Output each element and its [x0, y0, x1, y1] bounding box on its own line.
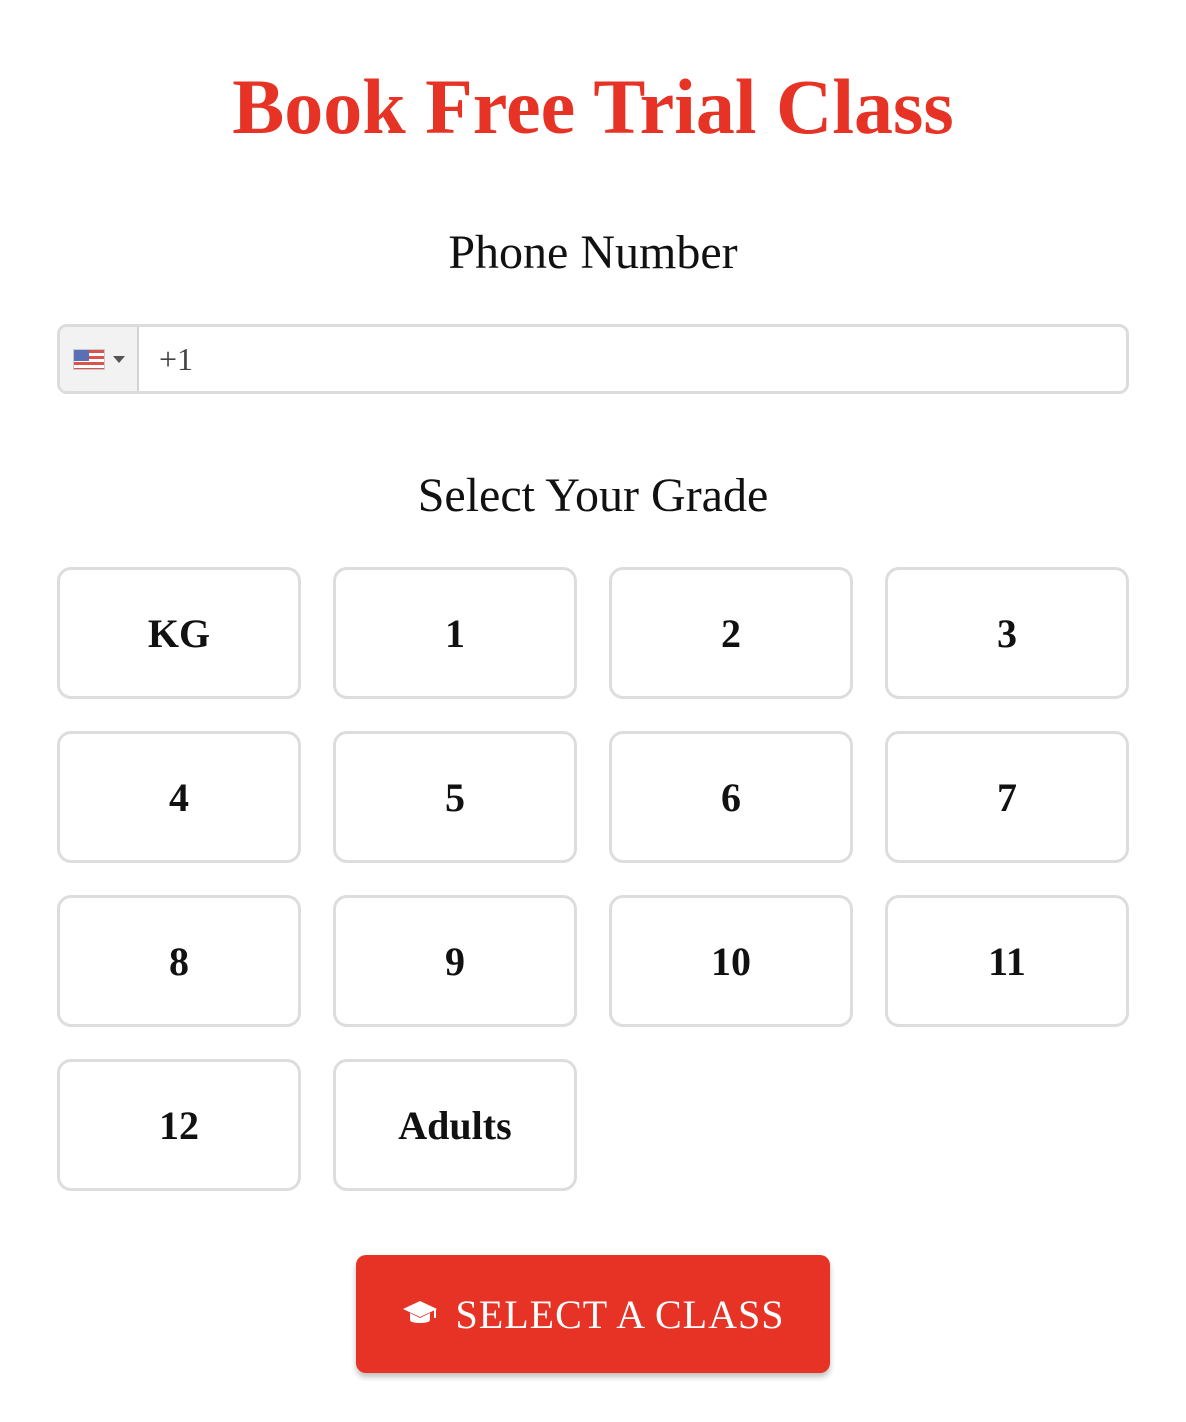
grade-option-12[interactable]: 12: [57, 1059, 301, 1191]
caret-down-icon: [112, 355, 125, 363]
country-code-dropdown[interactable]: [60, 327, 139, 391]
grade-option-1[interactable]: 1: [333, 567, 577, 699]
grade-option-5[interactable]: 5: [333, 731, 577, 863]
booking-form: Book Free Trial Class Phone Number Selec…: [0, 0, 1186, 1422]
grade-option-8[interactable]: 8: [57, 895, 301, 1027]
grade-option-9[interactable]: 9: [333, 895, 577, 1027]
select-a-class-button[interactable]: SELECT A CLASS: [356, 1255, 830, 1373]
phone-number-label: Phone Number: [448, 226, 738, 279]
phone-field: [57, 324, 1129, 394]
grade-option-7[interactable]: 7: [885, 731, 1129, 863]
grade-option-11[interactable]: 11: [885, 895, 1129, 1027]
page-title: Book Free Trial Class: [232, 63, 954, 150]
grade-option-2[interactable]: 2: [609, 567, 853, 699]
grade-option-6[interactable]: 6: [609, 731, 853, 863]
phone-number-input[interactable]: [139, 327, 1126, 391]
select-a-class-label: SELECT A CLASS: [455, 1291, 785, 1337]
grade-options-grid: KG 1 2 3 4 5 6 7 8 9 10 11 12 Adults: [57, 567, 1129, 1191]
graduation-cap-icon: [402, 1299, 438, 1329]
grade-option-4[interactable]: 4: [57, 731, 301, 863]
grade-option-kg[interactable]: KG: [57, 567, 301, 699]
grade-option-3[interactable]: 3: [885, 567, 1129, 699]
grade-option-adults[interactable]: Adults: [333, 1059, 577, 1191]
select-grade-label: Select Your Grade: [417, 469, 769, 522]
grade-option-10[interactable]: 10: [609, 895, 853, 1027]
us-flag-icon: [72, 348, 105, 370]
